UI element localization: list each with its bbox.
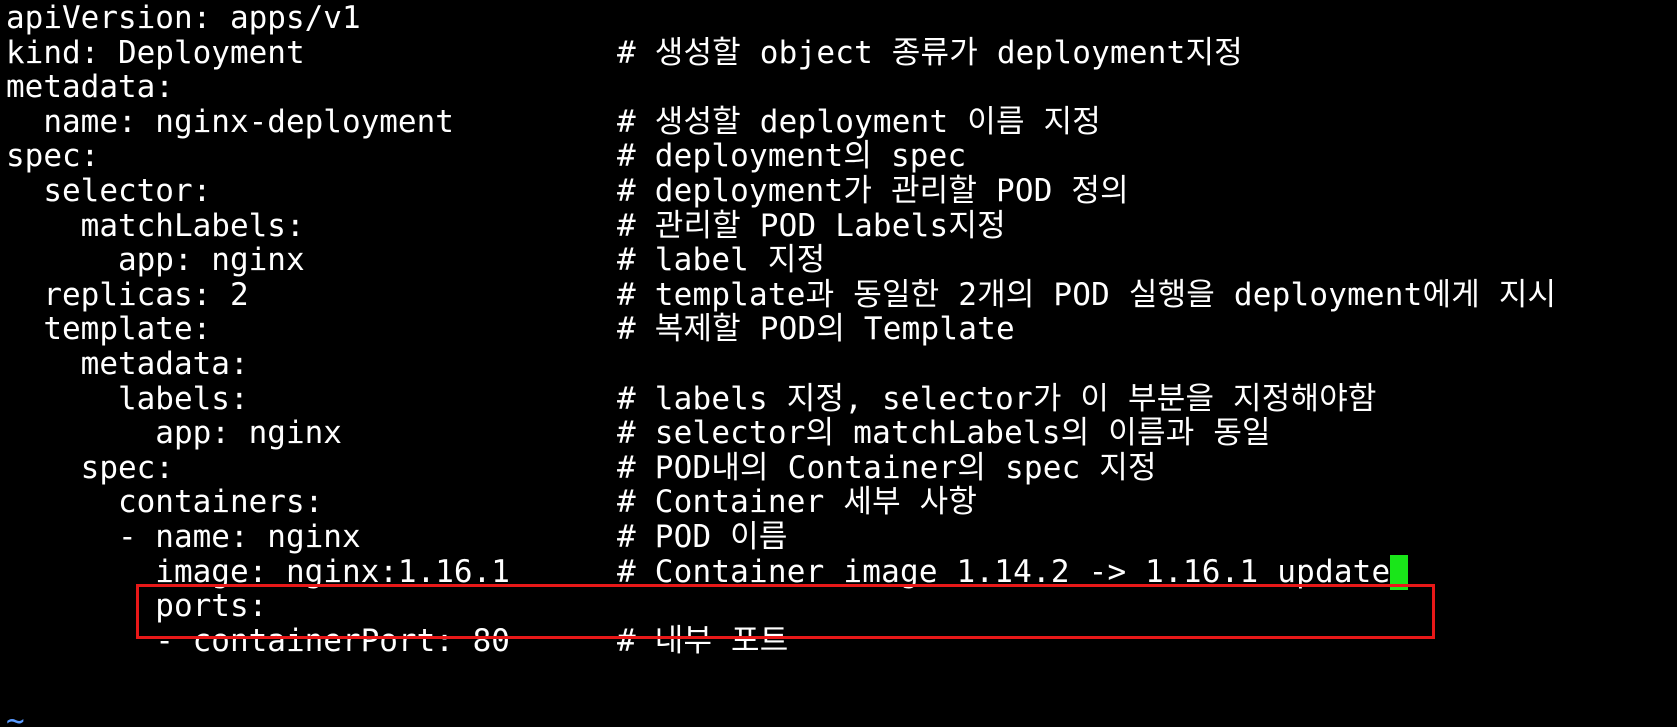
comment-text: # 복제할 POD의 Template bbox=[617, 311, 1015, 348]
comment-content: # POD내의 Container의 spec 지정 bbox=[617, 449, 1157, 486]
comment-content: # 내부 포트 bbox=[617, 622, 789, 659]
comment-content: # deployment의 spec bbox=[617, 138, 967, 175]
code-text: app: nginx bbox=[6, 415, 342, 452]
code-text: - containerPort: 80 bbox=[6, 622, 510, 659]
code-text: name: nginx-deployment bbox=[6, 103, 454, 140]
comment-text: # Container 세부 사항 bbox=[617, 484, 977, 521]
code-text: selector: bbox=[6, 173, 212, 209]
comment-text: # 생성할 deployment 이름 지정 bbox=[617, 104, 1101, 141]
code-text: - name: nginx bbox=[6, 519, 361, 555]
code-text: kind: Deployment bbox=[6, 34, 305, 71]
comment-text: # deployment의 spec bbox=[617, 138, 966, 175]
comment-text: # selector의 matchLabels의 이름과 동일 bbox=[617, 415, 1271, 452]
comment-content: # template과 동일한 2개의 POD 실행을 deployment에게… bbox=[617, 276, 1557, 313]
comment-text: # POD 이름 bbox=[617, 519, 788, 556]
comment-content: # 관리할 POD Labels지정 bbox=[617, 207, 1006, 244]
comment-content: # selector의 matchLabels의 이름과 동일 bbox=[617, 415, 1271, 452]
comment-text: # POD내의 Container의 spec 지정 bbox=[617, 450, 1157, 487]
code-text: template: bbox=[6, 311, 212, 348]
code-text: spec: bbox=[6, 449, 174, 486]
text-cursor bbox=[1390, 554, 1409, 590]
code-text: metadata: bbox=[6, 346, 249, 382]
empty-line-marker: ~ bbox=[6, 703, 25, 727]
code-text: app: nginx bbox=[6, 242, 305, 279]
comment-content: # 복제할 POD의 Template bbox=[617, 311, 1015, 348]
comment-text: # Container image 1.14.2 -> 1.16.1 updat… bbox=[617, 553, 1409, 591]
comment-content: # Container image 1.14.2 -> 1.16.1 updat… bbox=[617, 553, 1391, 590]
comment-text: # label 지정 bbox=[617, 242, 825, 279]
comment-content: # 생성할 object 종류가 deployment지정 bbox=[617, 34, 1243, 71]
comment-text: # 내부 포트 bbox=[617, 623, 788, 660]
comment-content: # label 지정 bbox=[617, 242, 826, 279]
code-text: replicas: 2 bbox=[6, 276, 249, 313]
comment-content: # POD 이름 bbox=[617, 519, 788, 555]
code-text: metadata: bbox=[6, 69, 174, 106]
comment-content: # deployment가 관리할 POD 정의 bbox=[617, 173, 1129, 209]
code-text: matchLabels: bbox=[6, 207, 305, 244]
comment-text: # deployment가 관리할 POD 정의 bbox=[617, 173, 1129, 210]
comment-content: # Container 세부 사항 bbox=[617, 484, 978, 521]
comment-content: # labels 지정, selector가 이 부분을 지정해야함 bbox=[617, 380, 1377, 417]
code-text: spec: bbox=[6, 138, 100, 175]
code-text: labels: bbox=[6, 380, 249, 417]
comment-text: # 관리할 POD Labels지정 bbox=[617, 208, 1006, 245]
terminal-editor[interactable]: apiVersion: apps/v1 kind: Deployment # 생성할… bbox=[0, 0, 1677, 727]
comment-text: # 생성할 object 종류가 deployment지정 bbox=[617, 35, 1243, 72]
comment-text: # labels 지정, selector가 이 부분을 지정해야함 bbox=[617, 381, 1377, 418]
code-text: containers: bbox=[6, 484, 324, 521]
code-text: image: nginx:1.16.1 bbox=[6, 553, 510, 590]
code-text: apiVersion: apps/v1 bbox=[6, 0, 361, 36]
code-text: ports: bbox=[6, 588, 268, 625]
comment-text: # template과 동일한 2개의 POD 실행을 deployment에게… bbox=[617, 277, 1556, 314]
comment-content: # 생성할 deployment 이름 지정 bbox=[617, 103, 1101, 140]
